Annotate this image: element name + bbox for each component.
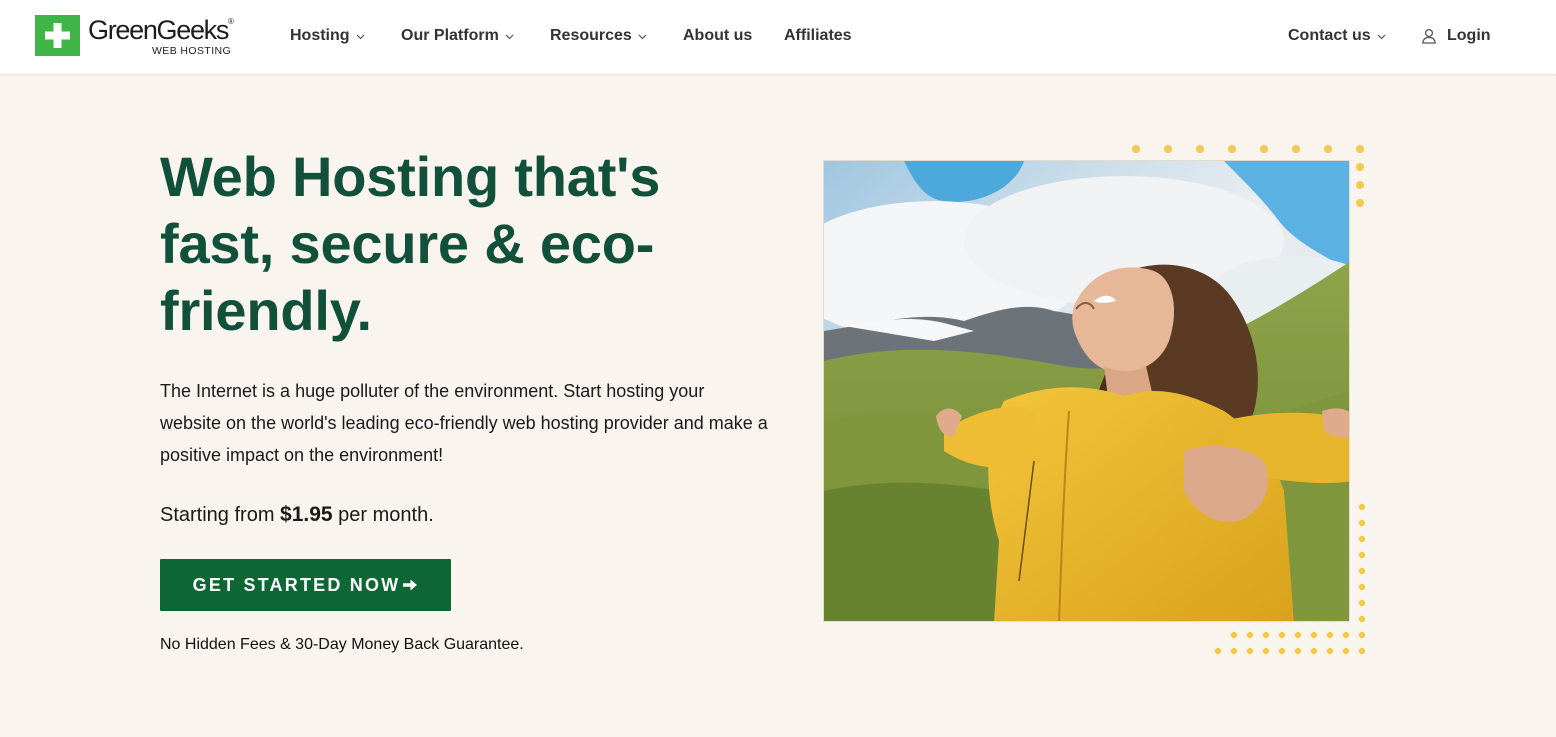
decor-dot [1260, 145, 1268, 153]
decor-dot [1246, 631, 1254, 639]
nav-about-label: About us [683, 27, 753, 44]
logo-wordmark: GreenGeeks [88, 15, 229, 45]
decor-dot [1292, 145, 1300, 153]
decor-dot [1278, 631, 1286, 639]
decor-dot [1358, 583, 1366, 591]
nav-login-label: Login [1447, 27, 1491, 44]
decor-dot [1278, 647, 1286, 655]
decor-dot [1230, 647, 1238, 655]
nav-contact-label: Contact us [1288, 27, 1371, 44]
chevron-down-icon [638, 32, 647, 41]
logo-subtitle: WEB HOSTING [152, 45, 232, 57]
decor-dot [1358, 615, 1366, 623]
decor-dot [1230, 631, 1238, 639]
decor-dot [1342, 647, 1350, 655]
greengeeks-logo[interactable]: GreenGeeks ® WEB HOSTING [35, 15, 245, 57]
decor-dot [1310, 631, 1318, 639]
nav-resources-label: Resources [550, 27, 632, 44]
decor-dot [1262, 647, 1270, 655]
logo-plus-icon [35, 15, 80, 56]
user-icon [1421, 28, 1437, 44]
nav-platform-label: Our Platform [401, 27, 499, 44]
decor-dot [1342, 631, 1350, 639]
decor-dot [1326, 631, 1334, 639]
price-prefix: Starting from [160, 504, 275, 526]
decor-dot [1358, 519, 1366, 527]
get-started-button[interactable]: GET STARTED NOW [160, 559, 451, 611]
chevron-down-icon [505, 32, 514, 41]
decor-dot [1356, 199, 1364, 207]
decor-dot [1132, 145, 1140, 153]
decor-dot [1326, 647, 1334, 655]
decor-dot [1358, 647, 1366, 655]
nav-login[interactable]: Login [1421, 24, 1491, 48]
nav-resources[interactable]: Resources [550, 24, 647, 48]
decor-dot [1324, 145, 1332, 153]
decor-dot [1310, 647, 1318, 655]
decor-dot [1214, 647, 1222, 655]
chevron-down-icon [1377, 32, 1386, 41]
nav-affiliates-label: Affiliates [784, 27, 852, 44]
decor-dot [1294, 631, 1302, 639]
nav-about-us[interactable]: About us [683, 24, 752, 48]
decor-dot [1294, 647, 1302, 655]
price-amount: $1.95 [280, 503, 333, 526]
hero-title: Web Hosting that's fast, secure & eco-fr… [160, 145, 661, 342]
nav-affiliates[interactable]: Affiliates [784, 24, 852, 48]
decor-dot [1358, 631, 1366, 639]
nav-our-platform[interactable]: Our Platform [401, 24, 514, 48]
get-started-label: GET STARTED NOW [192, 574, 401, 595]
decor-dot [1358, 503, 1366, 511]
logo-registered-mark: ® [228, 17, 234, 26]
nav-contact-us[interactable]: Contact us [1288, 24, 1386, 48]
chevron-down-icon [356, 32, 365, 41]
top-navbar: GreenGeeks ® WEB HOSTING Hosting Our Pla… [0, 0, 1556, 75]
decor-dot [1356, 163, 1364, 171]
decor-dot [1246, 647, 1254, 655]
decor-dot [1358, 551, 1366, 559]
nav-hosting-label: Hosting [290, 27, 350, 44]
decor-dot [1262, 631, 1270, 639]
arrow-right-icon [402, 577, 418, 593]
decor-dot [1228, 145, 1236, 153]
nav-hosting[interactable]: Hosting [290, 24, 365, 48]
decor-dot [1356, 181, 1364, 189]
decor-dot [1196, 145, 1204, 153]
hero-description: The Internet is a huge polluter of the e… [160, 381, 768, 465]
decor-dot [1358, 599, 1366, 607]
decor-dot [1356, 145, 1364, 153]
decor-dot [1358, 567, 1366, 575]
decor-dot [1164, 145, 1172, 153]
guarantee-note: No Hidden Fees & 30-Day Money Back Guara… [160, 636, 524, 653]
price-suffix: per month. [338, 504, 434, 526]
hero-photo [823, 160, 1350, 622]
price-line: Starting from $1.95 per month. [160, 503, 434, 527]
decor-dot [1358, 535, 1366, 543]
